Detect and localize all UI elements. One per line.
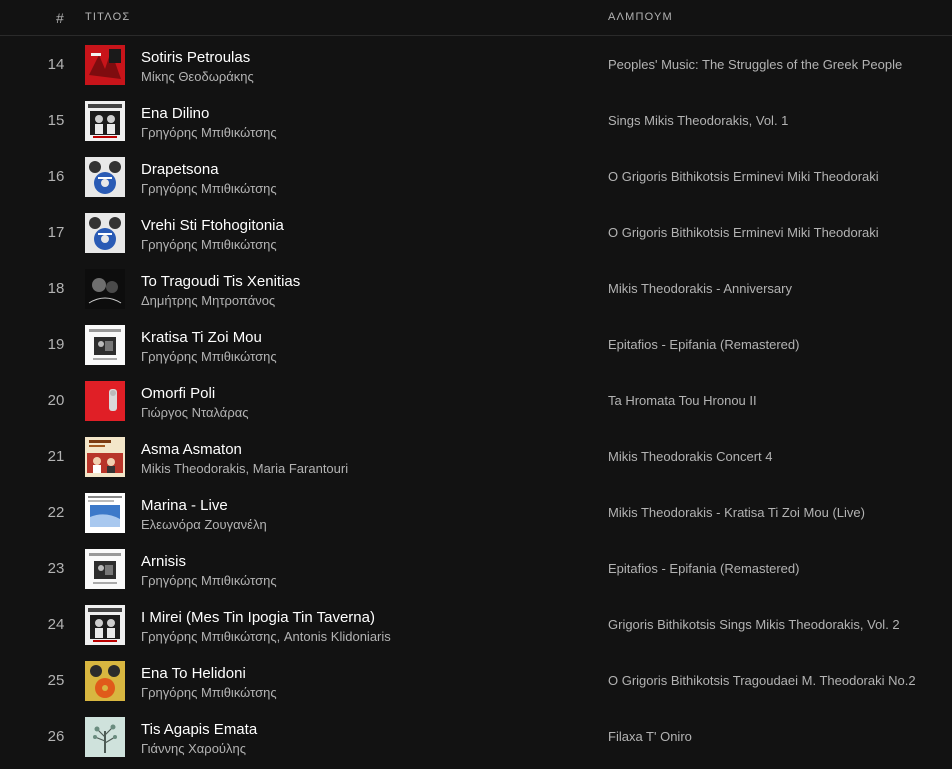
dark-portrait-cover-icon[interactable] [85,269,125,309]
track-artist[interactable]: Γρηγόρης Μπιθικώτσης [141,685,277,700]
track-number: 23 [47,560,65,577]
track-artist[interactable]: Γρηγόρης Μπιθικώτσης [141,237,277,252]
track-album[interactable]: Mikis Theodorakis - Kratisa Ti Zoi Mou (… [608,505,865,520]
blue-label-cover-icon[interactable] [85,157,125,197]
track-title[interactable]: Arnisis [141,553,186,570]
title-column-header[interactable]: ΤΙΤΛΟΣ [85,11,130,23]
yellow-label-cover-icon[interactable] [85,661,125,701]
tracklist: # ΤΙΤΛΟΣ ΑΛΜΠΟΥΜ 14 Sotiris Petroulas Μί… [0,0,952,769]
track-album[interactable]: Filaxa T' Oniro [608,729,692,744]
track-row[interactable]: 19 Kratisa Ti Zoi Mou Γρηγόρης Μπιθικώτσ… [0,317,952,373]
track-artist[interactable]: Μίκης Θεοδωράκης [141,69,254,84]
track-artist[interactable]: Ελεωνόρα Ζουγανέλη [141,517,267,532]
track-rows: 14 Sotiris Petroulas Μίκης Θεοδωράκης Pe… [0,37,952,765]
track-title[interactable]: Kratisa Ti Zoi Mou [141,329,262,346]
track-album[interactable]: Grigoris Bithikotsis Sings Mikis Theodor… [608,617,900,632]
track-number: 16 [47,168,65,185]
track-title[interactable]: I Mirei (Mes Tin Ipogia Tin Taverna) [141,609,375,626]
bw-portrait-cover-icon[interactable] [85,101,125,141]
track-title[interactable]: Ena To Helidoni [141,665,246,682]
track-album[interactable]: O Grigoris Bithikotsis Tragoudaei M. The… [608,673,916,688]
track-title[interactable]: Marina - Live [141,497,228,514]
track-artist[interactable]: Δημήτρης Μητροπάνος [141,293,275,308]
track-number: 19 [47,336,65,353]
track-number: 17 [47,224,65,241]
track-number: 25 [47,672,65,689]
track-row[interactable]: 14 Sotiris Petroulas Μίκης Θεοδωράκης Pe… [0,37,952,93]
track-artist[interactable]: Γιώργος Νταλάρας [141,405,249,420]
track-row[interactable]: 23 Arnisis Γρηγόρης Μπιθικώτσης Epitafio… [0,541,952,597]
track-title[interactable]: Drapetsona [141,161,219,178]
track-artist[interactable]: Γιάννης Χαρούλης [141,741,246,756]
number-column-header[interactable]: # [56,10,64,26]
track-row[interactable]: 25 Ena To Helidoni Γρηγόρης Μπιθικώτσης … [0,653,952,709]
track-number: 24 [47,616,65,633]
track-number: 22 [47,504,65,521]
track-number: 15 [47,112,65,129]
track-row[interactable]: 20 Omorfi Poli Γιώργος Νταλάρας Ta Hroma… [0,373,952,429]
track-title[interactable]: Asma Asmaton [141,441,242,458]
track-artist[interactable]: Γρηγόρης Μπιθικώτσης [141,125,277,140]
track-title[interactable]: Ena Dilino [141,105,209,122]
track-number: 21 [47,448,65,465]
track-row[interactable]: 24 I Mirei (Mes Tin Ipogia Tin Taverna) … [0,597,952,653]
track-row[interactable]: 16 Drapetsona Γρηγόρης Μπιθικώτσης O Gri… [0,149,952,205]
album-column-header[interactable]: ΑΛΜΠΟΥΜ [608,11,673,23]
red-cover-icon[interactable] [85,45,125,85]
blue-label-cover-icon[interactable] [85,213,125,253]
track-artist[interactable]: Γρηγόρης Μπιθικώτσης [141,181,277,196]
track-row[interactable]: 17 Vrehi Sti Ftohogitonia Γρηγόρης Μπιθι… [0,205,952,261]
track-row[interactable]: 15 Ena Dilino Γρηγόρης Μπιθικώτσης Sings… [0,93,952,149]
track-number: 14 [47,56,65,73]
track-artist[interactable]: Γρηγόρης Μπιθικώτσης [141,349,277,364]
tree-cover-icon[interactable] [85,717,125,757]
track-album[interactable]: Epitafios - Epifania (Remastered) [608,337,799,352]
white-photo-cover-icon[interactable] [85,549,125,589]
track-row[interactable]: 21 Asma Asmaton Mikis Theodorakis, Maria… [0,429,952,485]
track-album[interactable]: Mikis Theodorakis Concert 4 [608,449,773,464]
track-album[interactable]: O Grigoris Bithikotsis Erminevi Miki The… [608,225,879,240]
track-album[interactable]: O Grigoris Bithikotsis Erminevi Miki The… [608,169,879,184]
track-number: 18 [47,280,65,297]
track-title[interactable]: Tis Agapis Emata [141,721,257,738]
white-photo-cover-icon[interactable] [85,325,125,365]
track-artist[interactable]: Mikis Theodorakis, Maria Farantouri [141,461,348,476]
track-title[interactable]: Sotiris Petroulas [141,49,250,66]
track-row[interactable]: 22 Marina - Live Ελεωνόρα Ζουγανέλη Miki… [0,485,952,541]
tracklist-header: # ΤΙΤΛΟΣ ΑΛΜΠΟΥΜ [0,0,952,36]
track-number: 26 [47,728,65,745]
track-artist[interactable]: Γρηγόρης Μπιθικώτσης [141,573,277,588]
track-title[interactable]: Omorfi Poli [141,385,215,402]
track-album[interactable]: Ta Hromata Tou Hronou II [608,393,757,408]
track-album[interactable]: Mikis Theodorakis - Anniversary [608,281,792,296]
track-album[interactable]: Epitafios - Epifania (Remastered) [608,561,799,576]
track-row[interactable]: 26 Tis Agapis Emata Γιάννης Χαρούλης Fil… [0,709,952,765]
track-number: 20 [47,392,65,409]
red-figure-cover-icon[interactable] [85,381,125,421]
blue-sea-cover-icon[interactable] [85,493,125,533]
track-row[interactable]: 18 To Tragoudi Tis Xenitias Δημήτρης Μητ… [0,261,952,317]
track-title[interactable]: Vrehi Sti Ftohogitonia [141,217,284,234]
track-artist[interactable]: Γρηγόρης Μπιθικώτσης, Antonis Klidoniari… [141,629,391,644]
concert-cover-icon[interactable] [85,437,125,477]
track-title[interactable]: To Tragoudi Tis Xenitias [141,273,300,290]
track-album[interactable]: Peoples' Music: The Struggles of the Gre… [608,57,902,72]
bw-portrait-cover-icon[interactable] [85,605,125,645]
track-album[interactable]: Sings Mikis Theodorakis, Vol. 1 [608,113,788,128]
